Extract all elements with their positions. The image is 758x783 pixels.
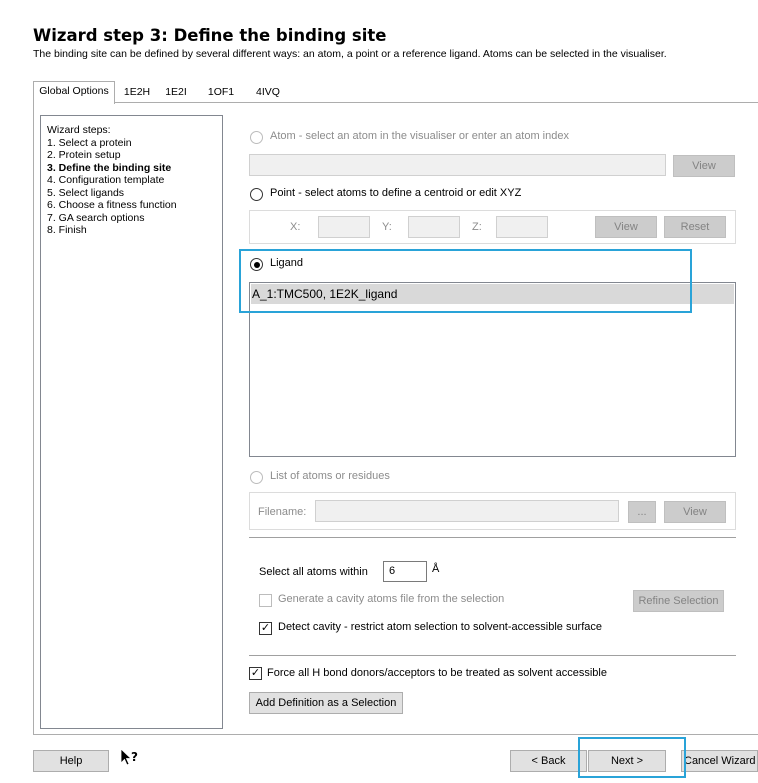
select-within-label: Select all atoms within bbox=[259, 566, 368, 578]
back-button[interactable]: < Back bbox=[510, 750, 587, 772]
step-item: 8. Finish bbox=[47, 224, 87, 236]
checkmark-icon: ✓ bbox=[260, 622, 271, 634]
tab-label: 4IVQ bbox=[256, 86, 280, 98]
refine-selection-button[interactable]: Refine Selection bbox=[633, 590, 724, 612]
step-item: 7. GA search options bbox=[47, 211, 145, 224]
add-definition-button[interactable]: Add Definition as a Selection bbox=[249, 692, 403, 714]
ligand-highlight-box bbox=[239, 249, 692, 313]
tab-1of1[interactable]: 1OF1 bbox=[199, 83, 243, 103]
cancel-wizard-button[interactable]: Cancel Wizard bbox=[681, 750, 758, 772]
wizard-steps-list: Wizard steps: 1. Select a protein 2. Pro… bbox=[40, 115, 223, 729]
step-item-current: 3. Define the binding site bbox=[47, 161, 172, 174]
atom-index-input[interactable] bbox=[249, 154, 666, 176]
atoms-list-view-button[interactable]: View bbox=[664, 501, 726, 523]
next-highlight-box bbox=[578, 737, 686, 778]
detect-cavity-label: Detect cavity - restrict atom selection … bbox=[278, 621, 603, 633]
tab-label: Global Options bbox=[39, 85, 109, 97]
within-distance-value: 6 bbox=[389, 565, 396, 577]
page-subtitle: The binding site can be defined by sever… bbox=[33, 48, 667, 60]
tab-1e2h[interactable]: 1E2H bbox=[117, 83, 157, 103]
cavity-file-checkbox[interactable] bbox=[259, 594, 272, 607]
tab-label: 1OF1 bbox=[207, 86, 235, 98]
z-label: Z: bbox=[472, 221, 482, 233]
y-input[interactable] bbox=[408, 216, 460, 238]
tab-global-options[interactable]: Global Options bbox=[33, 81, 115, 104]
browse-button[interactable]: ... bbox=[628, 501, 656, 523]
detect-cavity-checkbox[interactable]: ✓ bbox=[259, 622, 272, 635]
force-hbond-label: Force all H bond donors/acceptors to be … bbox=[267, 667, 607, 679]
checkmark-icon: ✓ bbox=[250, 667, 261, 679]
atoms-list-groupbox: Filename: ... View bbox=[249, 492, 736, 530]
help-button[interactable]: Help bbox=[33, 750, 109, 772]
svg-text:?: ? bbox=[131, 750, 138, 764]
filename-input[interactable] bbox=[315, 500, 619, 522]
step-item: 1. Select a protein bbox=[47, 136, 132, 149]
cavity-file-label: Generate a cavity atoms file from the se… bbox=[278, 593, 505, 605]
atom-view-button[interactable]: View bbox=[673, 155, 735, 177]
point-radio-label: Point - select atoms to define a centroi… bbox=[270, 187, 522, 199]
filename-label: Filename: bbox=[258, 506, 307, 518]
atom-radio[interactable] bbox=[250, 131, 263, 144]
atoms-list-radio-label: List of atoms or residues bbox=[270, 470, 390, 482]
within-distance-input[interactable]: 6 bbox=[383, 561, 427, 582]
point-groupbox: X: Y: Z: View Reset bbox=[249, 210, 736, 244]
z-input[interactable] bbox=[496, 216, 548, 238]
step-item: 5. Select ligands bbox=[47, 186, 125, 199]
tab-4ivq[interactable]: 4IVQ bbox=[245, 83, 291, 103]
whats-this-help-icon[interactable]: ? bbox=[119, 748, 139, 771]
wizard-steps-heading: Wizard steps: bbox=[47, 124, 111, 136]
divider bbox=[249, 537, 736, 538]
tab-1e2i[interactable]: 1E2I bbox=[157, 83, 195, 103]
page-title: Wizard step 3: Define the binding site bbox=[33, 26, 387, 45]
step-item: 4. Configuration template bbox=[47, 174, 165, 186]
tab-label: 1E2H bbox=[123, 86, 151, 98]
x-input[interactable] bbox=[318, 216, 370, 238]
force-hbond-checkbox[interactable]: ✓ bbox=[249, 667, 262, 680]
step-item: 2. Protein setup bbox=[47, 149, 121, 161]
atoms-list-radio[interactable] bbox=[250, 471, 263, 484]
point-reset-button[interactable]: Reset bbox=[664, 216, 726, 238]
point-view-button[interactable]: View bbox=[595, 216, 657, 238]
y-label: Y: bbox=[382, 221, 392, 233]
divider bbox=[249, 655, 736, 656]
atom-radio-label: Atom - select an atom in the visualiser … bbox=[270, 130, 569, 142]
tab-label: 1E2I bbox=[165, 86, 187, 98]
tab-bar: Global Options 1E2H 1E2I 1OF1 4IVQ bbox=[33, 81, 758, 104]
step-item: 6. Choose a fitness function bbox=[47, 199, 177, 211]
angstrom-unit: Å bbox=[432, 563, 440, 575]
point-radio[interactable] bbox=[250, 188, 263, 201]
x-label: X: bbox=[290, 221, 301, 233]
